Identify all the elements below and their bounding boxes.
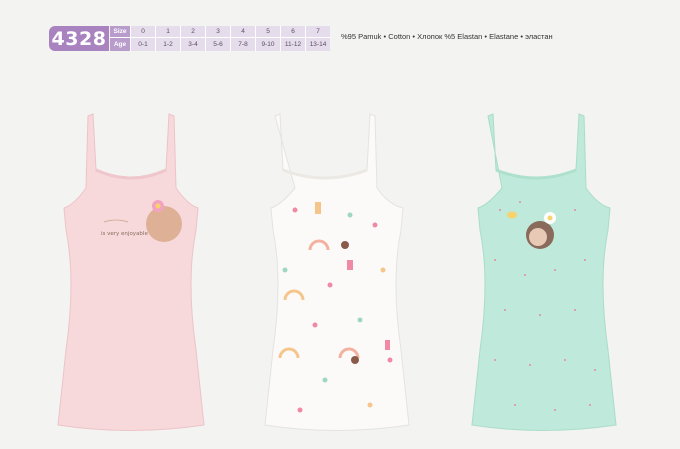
print-text: is very enjoyable: [101, 231, 148, 237]
age-cell: 9-10: [255, 38, 280, 51]
size-cell: 3: [205, 26, 230, 38]
white-tank-top-image: [264, 113, 410, 431]
size-cell: 1: [155, 26, 180, 38]
size-cell: 7: [305, 26, 330, 38]
white-printed-tank-top: [255, 110, 425, 432]
mint-tank-top: [460, 110, 630, 432]
size-cell: 6: [280, 26, 305, 38]
product-code-badge: 4328: [49, 26, 109, 51]
size-label: Size: [110, 26, 130, 38]
fabric-composition: %95 Pamuk • Cotton • Хлопок %5 Elastan •…: [341, 32, 553, 41]
age-cell: 13-14: [305, 38, 330, 51]
pink-tank-top: is very enjoyable: [46, 110, 216, 432]
pink-tank-top-image: is very enjoyable: [57, 113, 205, 431]
age-cell: 3-4: [180, 38, 205, 51]
age-cell: 11-12: [280, 38, 305, 51]
age-cell: 1-2: [155, 38, 180, 51]
age-cell: 7-8: [230, 38, 255, 51]
age-cell: 0-1: [130, 38, 155, 51]
age-cell: 5-6: [205, 38, 230, 51]
size-cell: 5: [255, 26, 280, 38]
size-cell: 0: [130, 26, 155, 38]
size-table: Size 0 1 2 3 4 5 6 7 Age 0-1 1-2 3-4 5-6…: [110, 26, 330, 51]
mint-tank-top-image: [471, 113, 617, 431]
catalog-page: 4328 Size 0 1 2 3 4 5 6 7 Age 0-1 1-2 3-…: [0, 0, 680, 449]
hedgehog-print: [146, 206, 182, 242]
size-cell: 4: [230, 26, 255, 38]
size-cell: 2: [180, 26, 205, 38]
age-label: Age: [110, 38, 130, 51]
